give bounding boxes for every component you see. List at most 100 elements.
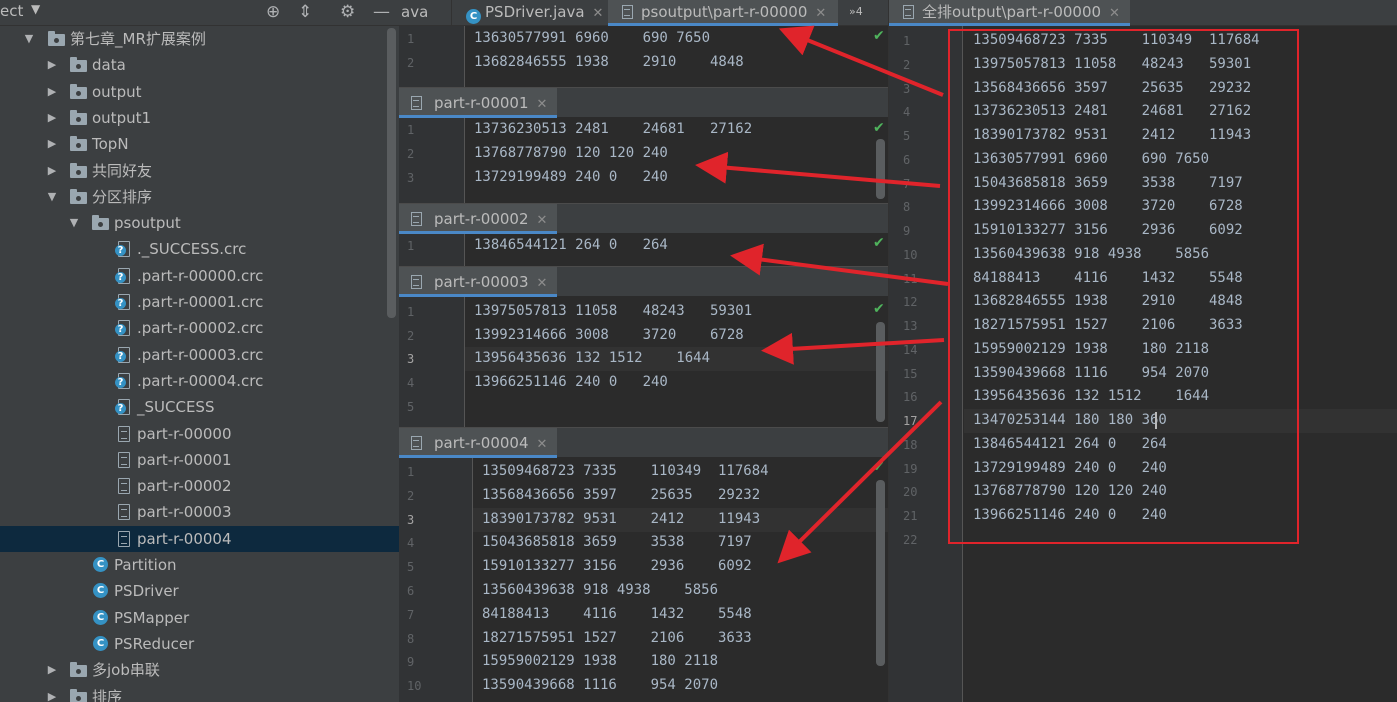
vertical-scrollbar[interactable] [876,322,885,422]
line-number: 4 [407,536,415,551]
code-line[interactable]: 13509468723 7335 110349 117684 [482,463,769,479]
line-number: 6 [407,584,415,598]
expanded-arrow-icon[interactable]: ▼ [46,184,58,210]
tree-item[interactable]: ▶ 共同好友 [0,158,399,184]
close-icon[interactable]: ✕ [537,213,548,228]
tree-item[interactable]: C PSDriver [0,578,399,604]
tree-item[interactable]: .part-r-00003.crc [0,342,399,368]
tree-item-label: PSReducer [114,634,195,653]
code-line[interactable]: 84188413 4116 1432 5548 [482,606,752,622]
tree-item[interactable]: part-r-00000 [0,421,399,447]
tree-item[interactable]: .part-r-00000.crc [0,263,399,289]
close-icon[interactable]: ✕ [537,437,548,452]
line-number: 2 [407,55,415,70]
code-line[interactable]: 13568436656 3597 25635 29232 [482,487,760,503]
code-line[interactable]: 13956435636 132 1512 1644 [474,350,710,366]
collapsed-arrow-icon[interactable]: ▶ [46,131,58,157]
tree-item[interactable]: ._SUCCESS.crc [0,236,399,262]
tree-item[interactable]: part-r-00003 [0,499,399,525]
tab-part-r-00001[interactable]: part-r-00001 ✕ [399,88,558,118]
project-panel: ect ▼ ⊕ ⇕ ⚙ — ▼ 第七章_MR扩展案例 ▶ data ▶ output ▶ ou… [0,0,399,702]
gear-icon[interactable]: ⚙ [340,1,355,23]
code-line[interactable]: 13846544121 264 0 264 [474,237,668,253]
code-line[interactable]: 15910133277 3156 2936 6092 [482,558,752,574]
close-icon[interactable]: ✕ [593,6,604,21]
collapsed-arrow-icon[interactable]: ▶ [46,158,58,184]
tree-item[interactable]: ▼ psoutput [0,210,399,236]
gutter-divider [472,427,473,702]
code-line[interactable]: 13630577991 6960 690 7650 [474,30,710,46]
tree-item-label: part-r-00000 [137,424,232,443]
tree-item[interactable]: ▶ data [0,52,399,78]
tree-item-label: output [92,82,142,101]
crosshair-icon[interactable]: ⊕ [266,1,280,23]
collapsed-arrow-icon[interactable]: ▶ [46,657,58,683]
text-file-icon [118,504,130,521]
collapsed-arrow-icon[interactable]: ▶ [46,105,58,131]
code-line[interactable]: 13682846555 1938 2910 4848 [474,54,744,70]
java-class-icon: C [466,9,481,24]
view-dropdown-icon[interactable]: ▼ [31,2,40,16]
tab-part-r-00004[interactable]: part-r-00004 ✕ [399,428,558,458]
project-view-title[interactable]: ect [0,2,23,20]
collapse-all-icon[interactable]: ⇕ [298,1,312,23]
tree-item[interactable]: part-r-00002 [0,473,399,499]
tree-item-label: 第七章_MR扩展案例 [70,30,206,48]
tree-item[interactable]: _SUCCESS [0,394,399,420]
tab-java-partial[interactable]: ava [399,0,449,26]
project-scrollbar[interactable] [387,28,396,318]
code-line[interactable]: 18390173782 9531 2412 11943 [482,511,760,527]
code-line[interactable]: 13975057813 11058 48243 59301 [474,303,752,319]
close-icon[interactable]: ✕ [537,97,548,112]
tree-item[interactable]: ▶ output [0,79,399,105]
tab-overflow-button[interactable]: »4 [849,0,863,26]
text-file-icon [411,275,422,289]
expanded-arrow-icon[interactable]: ▼ [68,210,80,236]
collapsed-arrow-icon[interactable]: ▶ [46,79,58,105]
code-line[interactable]: 13768778790 120 120 240 [474,145,668,161]
code-line[interactable]: 13966251146 240 0 240 [474,374,668,390]
code-line[interactable]: 13590439668 1116 954 2070 [482,677,718,693]
tree-item[interactable]: C Partition [0,552,399,578]
line-number: 1 [407,123,415,137]
tree-item[interactable]: ▼ 分区排序 [0,184,399,210]
tree-item[interactable]: .part-r-00002.crc [0,315,399,341]
code-line[interactable]: 13992314666 3008 3720 6728 [474,327,744,343]
minimize-icon[interactable]: — [373,1,390,23]
tree-item-label: .part-r-00004.crc [137,371,264,390]
code-line[interactable]: 13736230513 2481 24681 27162 [474,121,752,137]
code-line[interactable]: 13560439638 918 4938 5856 [482,582,718,598]
line-number: 2 [407,147,415,161]
tree-item[interactable]: .part-r-00001.crc [0,289,399,315]
line-number: 1 [407,305,415,319]
tab-part-r-00003[interactable]: part-r-00003 ✕ [399,267,558,297]
tab-psdriver[interactable]: C PSDriver.java ✕ [451,0,607,26]
vertical-scrollbar[interactable] [876,139,885,199]
tree-item[interactable]: .part-r-00004.crc [0,368,399,394]
expanded-arrow-icon[interactable]: ▼ [23,26,35,52]
vertical-scrollbar[interactable] [876,480,885,666]
tree-item[interactable]: ▼ 第七章_MR扩展案例 [0,26,399,52]
tree-item[interactable]: ▶ 排序 [0,684,399,702]
code-line[interactable]: 18271575951 1527 2106 3633 [482,630,752,646]
folder-icon [48,31,65,46]
tree-item[interactable]: ▶ output1 [0,105,399,131]
tab-part-r-00002[interactable]: part-r-00002 ✕ [399,204,558,234]
tree-item-label: PSMapper [114,608,190,627]
tab-psoutput-part-r-00000[interactable]: psoutput\part-r-00000 ✕ [608,0,838,26]
tree-item[interactable]: C PSReducer [0,631,399,657]
tree-item[interactable]: C PSMapper [0,605,399,631]
tree-item[interactable]: part-r-00004 [0,525,399,552]
tree-item[interactable]: part-r-00001 [0,447,399,473]
close-icon[interactable]: ✕ [815,6,826,21]
collapsed-arrow-icon[interactable]: ▶ [46,684,58,702]
tree-item[interactable]: ▶ TopN [0,131,399,157]
close-icon[interactable]: ✕ [537,276,548,291]
code-line[interactable]: 15043685818 3659 3538 7197 [482,534,752,550]
code-line[interactable]: 15959002129 1938 180 2118 [482,653,718,669]
collapsed-arrow-icon[interactable]: ▶ [46,52,58,78]
line-number: 7 [903,176,911,191]
folder-icon [70,83,87,99]
tree-item[interactable]: ▶ 多job串联 [0,657,399,683]
code-line[interactable]: 13729199489 240 0 240 [474,169,668,185]
